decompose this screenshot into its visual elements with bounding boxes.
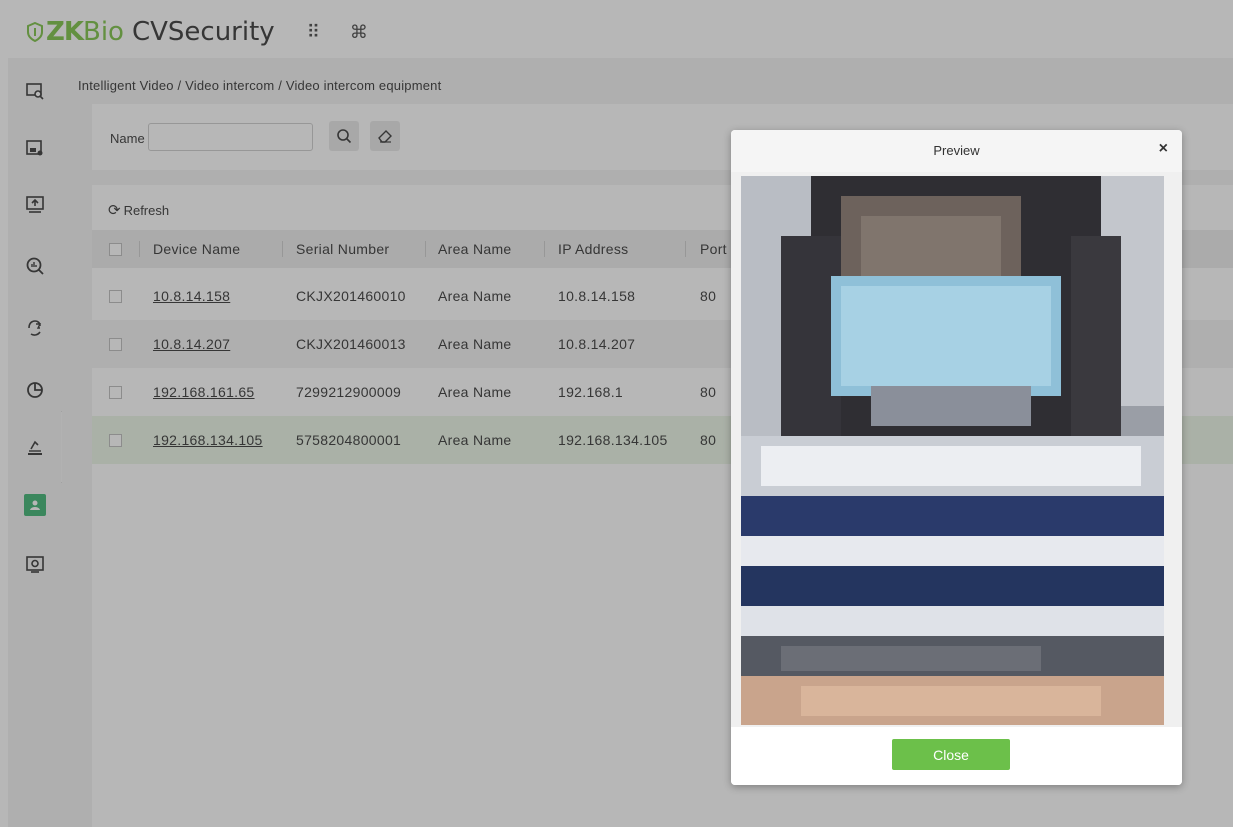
video-preview xyxy=(741,176,1164,725)
close-button[interactable]: Close xyxy=(892,739,1010,770)
dialog-title: Preview xyxy=(933,143,980,158)
preview-dialog: Preview × Close xyxy=(731,130,1182,785)
close-icon[interactable]: × xyxy=(1159,140,1168,158)
pixelated-video-frame xyxy=(741,176,1164,725)
dialog-body xyxy=(731,172,1182,727)
dialog-header[interactable]: Preview × xyxy=(731,130,1182,172)
dialog-footer: Close xyxy=(731,727,1182,785)
